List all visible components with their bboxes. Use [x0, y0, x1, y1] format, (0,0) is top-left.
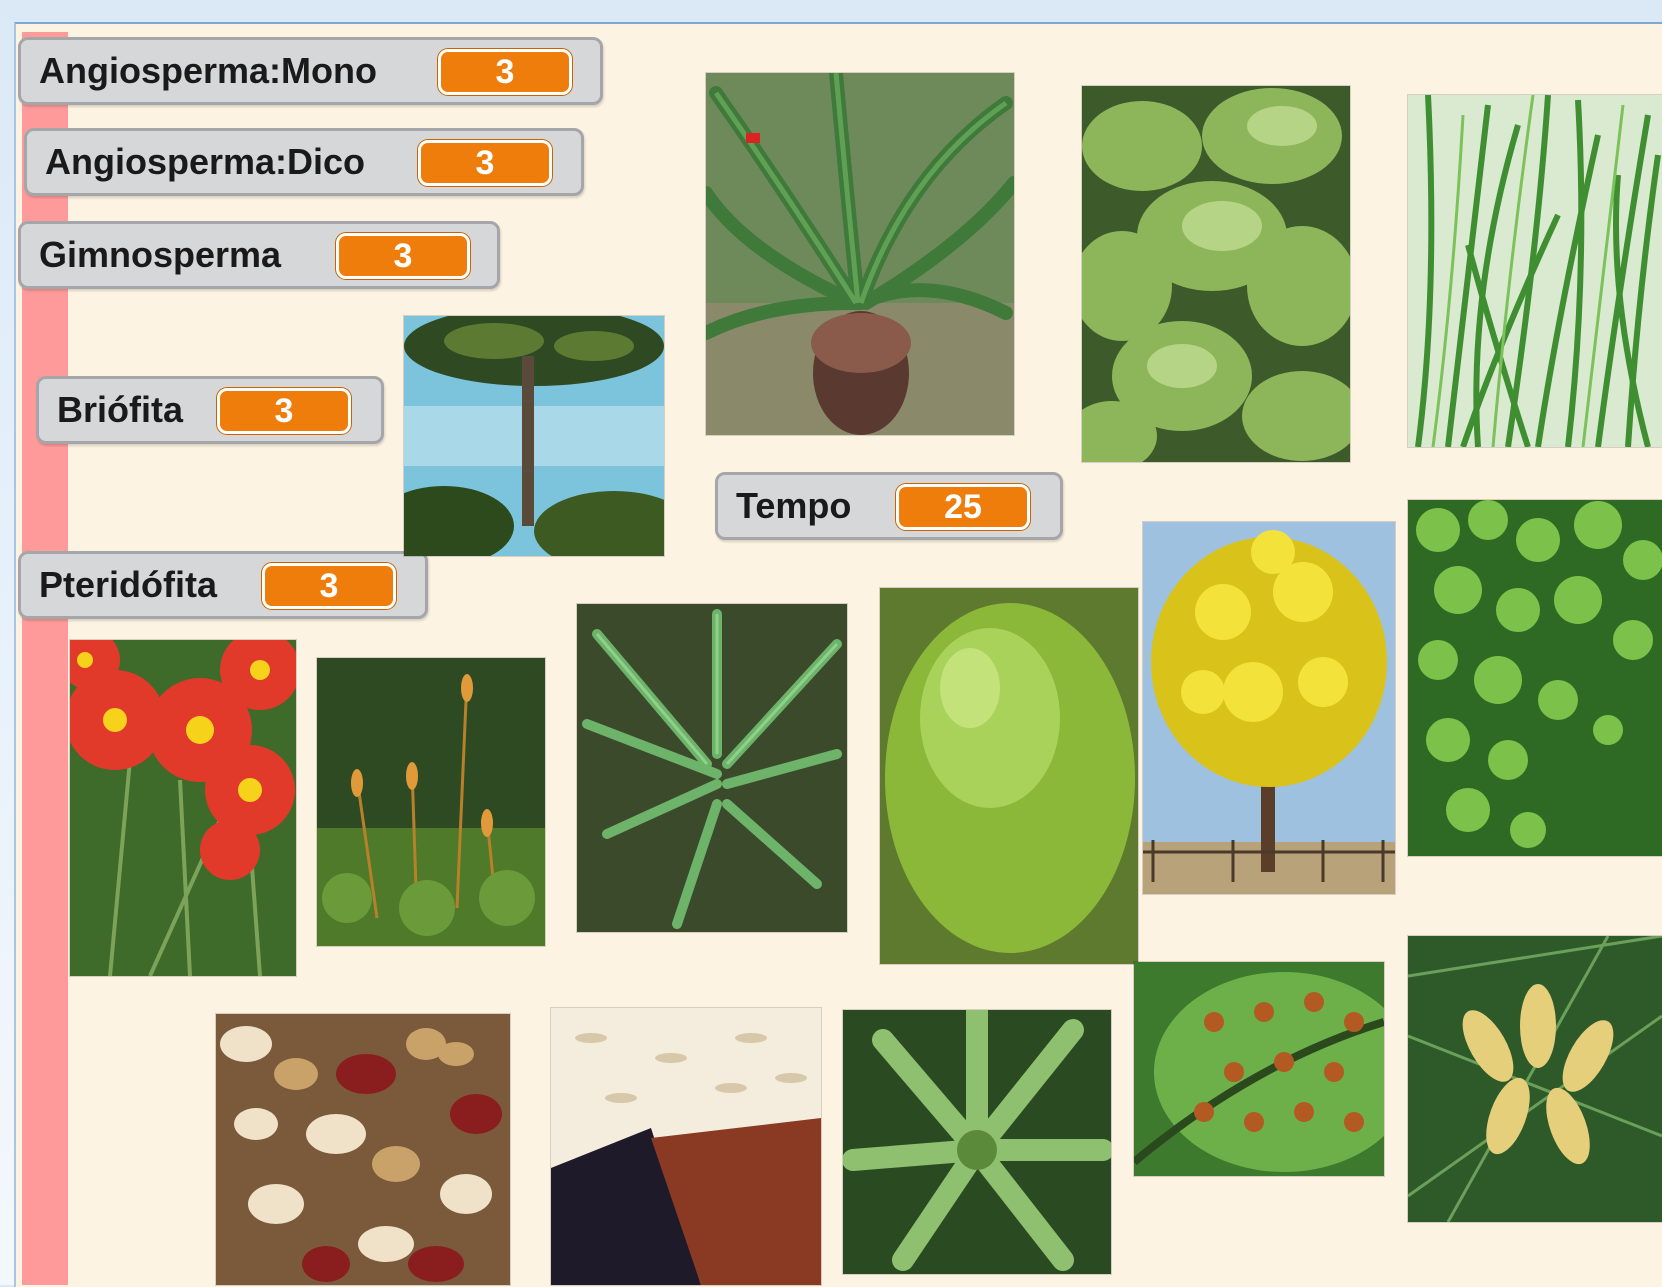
monitor-value: 25	[896, 484, 1030, 530]
monitor-label: Briófita	[57, 389, 183, 430]
sprite-grass[interactable]	[1408, 95, 1662, 447]
monitor-label: Angiosperma:Dico	[45, 141, 366, 182]
sprite-beans[interactable]	[216, 1014, 510, 1285]
monitor-label: Pteridófita	[39, 564, 218, 605]
monitor-value: 3	[217, 388, 351, 434]
sprite-cycad-palm[interactable]	[706, 73, 1014, 435]
sprite-liverwort[interactable]	[1082, 86, 1350, 462]
sprite-rice[interactable]	[551, 1008, 821, 1285]
monitor-gimnosperma: Gimnosperma 3	[18, 221, 500, 289]
sprite-pine-cones[interactable]	[1408, 936, 1662, 1222]
monitor-value: 3	[262, 563, 396, 609]
sprite-moss-sporophytes[interactable]	[317, 658, 545, 946]
monitor-value: 3	[336, 233, 470, 279]
pink-strip	[22, 32, 68, 1285]
monitor-pteridofita: Pteridófita 3	[18, 551, 428, 619]
monitor-value: 3	[438, 49, 572, 95]
sprite-araucaria-tree[interactable]	[404, 316, 664, 556]
sprite-moss-cushion[interactable]	[880, 588, 1138, 964]
sprite-fern-fronds[interactable]	[577, 604, 847, 932]
monitor-label: Angiosperma:Mono	[39, 50, 377, 91]
sprite-fern-sori[interactable]	[1134, 962, 1384, 1176]
monitor-briofita: Briófita 3	[36, 376, 384, 444]
monitor-tempo: Tempo 25	[715, 472, 1063, 540]
monitor-label: Gimnosperma	[39, 234, 282, 275]
sprite-yellow-ipe-tree[interactable]	[1143, 522, 1395, 894]
sprite-red-daisies[interactable]	[70, 640, 296, 976]
monitor-value: 3	[418, 140, 552, 186]
monitor-angiosperma-mono: Angiosperma:Mono 3	[18, 37, 603, 105]
sprite-maidenhair-fern[interactable]	[1408, 500, 1662, 856]
monitor-label: Tempo	[736, 485, 852, 526]
sprite-bromeliad[interactable]	[843, 1010, 1111, 1274]
monitor-angiosperma-dico: Angiosperma:Dico 3	[24, 128, 584, 196]
